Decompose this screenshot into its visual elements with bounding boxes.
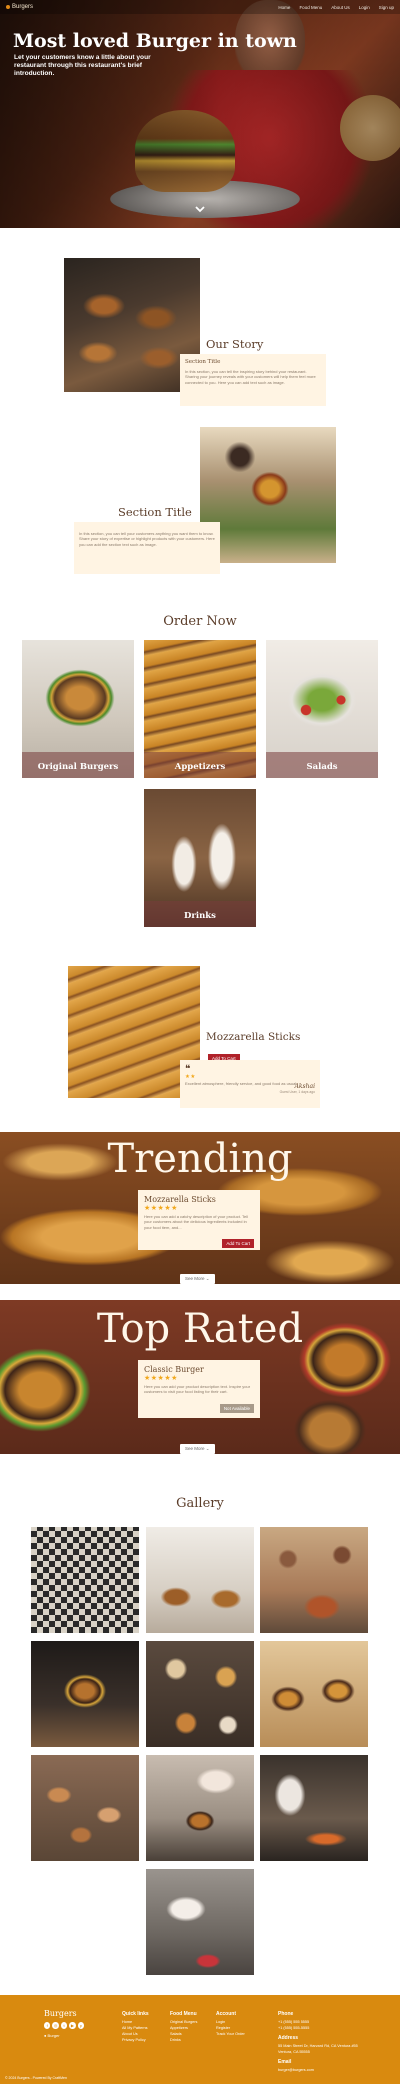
section2-card-text: In this section, you can tell your custo… (79, 531, 215, 547)
chevron-down-icon: ⌄ (205, 1446, 210, 1451)
section2-card: In this section, you can tell your custo… (74, 522, 220, 574)
footer-phone[interactable]: +1 (555) 555-5555 (278, 2026, 358, 2032)
category-tile-salads[interactable]: Salads (266, 640, 378, 778)
chevron-down-icon[interactable] (195, 205, 205, 216)
footer-contact: Phone +1 (555) 555 5555 +1 (555) 555-555… (278, 2011, 358, 2074)
hero-title: Most loved Burger in town (13, 30, 297, 52)
story-card-text: In this section, you can tell the inspir… (185, 369, 316, 385)
section2-image-burger-hand (200, 427, 336, 563)
gallery-image-hands-with-burgers[interactable] (31, 1755, 139, 1861)
instagram-icon[interactable]: ◎ (52, 2022, 59, 2029)
trending-see-more-button[interactable]: See More ⌄ (180, 1274, 215, 1284)
gallery-image-kitchen-grill[interactable] (260, 1755, 368, 1861)
nav-link-home[interactable]: Home (278, 5, 290, 10)
category-tile-drinks[interactable]: Drinks (144, 789, 256, 927)
top-rated-card-title: Classic Burger (144, 1365, 204, 1374)
gallery-image-restaurant-interior[interactable] (31, 1527, 139, 1633)
trending-card: Mozzarella Sticks ★★★★★ Here you can add… (138, 1190, 260, 1250)
footer-account: Account Login Register Track Your Order (216, 2011, 245, 2038)
trending-stars: ★★★★★ (144, 1205, 178, 1212)
nav-link-signup[interactable]: Sign up (379, 5, 394, 10)
gallery-image-chef-plating[interactable] (146, 1755, 254, 1861)
footer-link[interactable]: Original Burgers (170, 2020, 197, 2026)
review-card: ❝ ★★ Excellent atmosphere, friendly serv… (180, 1060, 320, 1108)
trending-card-text: Here you can add a catchy description of… (144, 1214, 248, 1230)
story-heading: Our Story (206, 337, 264, 351)
footer-link[interactable]: Track Your Order (216, 2032, 245, 2038)
category-label: Salads (306, 762, 338, 772)
chevron-down-icon: ⌄ (205, 1276, 210, 1281)
category-tile-original-burgers[interactable]: Original Burgers (22, 640, 134, 778)
site-footer: Burgers f ◎ t ▶ p ● Burger Quick links H… (0, 1995, 400, 2084)
youtube-icon[interactable]: ▶ (69, 2022, 76, 2029)
twitter-icon[interactable]: t (60, 2022, 68, 2029)
footer-link[interactable]: Privacy Policy (122, 2038, 149, 2044)
burger-icon: ● (44, 2033, 47, 2038)
gallery-image-friends-eating[interactable] (260, 1527, 368, 1633)
trending-banner: Trending Mozzarella Sticks ★★★★★ Here yo… (0, 1132, 400, 1284)
category-label: Appetizers (174, 762, 226, 772)
gallery-heading: Gallery (176, 1496, 224, 1511)
footer-quick-links: Quick links Home All My Patterns About U… (122, 2011, 149, 2044)
burger-icon (6, 5, 10, 9)
category-label: Drinks (184, 911, 216, 921)
trending-add-to-cart-button[interactable]: Add To Cart (222, 1239, 254, 1249)
footer-copyright: © 2024 Burgers - Powered By CraftMen (5, 2076, 67, 2080)
hero-section: Most loved Burger in town Let your custo… (0, 0, 400, 228)
gallery-image-chef-preparing[interactable] (146, 1869, 254, 1975)
pinterest-icon[interactable]: p (77, 2022, 85, 2029)
category-label: Original Burgers (37, 762, 119, 772)
nav-link-about-us[interactable]: About Us (331, 5, 350, 10)
gallery-image-table-top-food[interactable] (146, 1641, 254, 1747)
nav-link-login[interactable]: Login (359, 5, 370, 10)
footer-food-menu: Food Menu Original Burgers Appetizers Sa… (170, 2011, 198, 2044)
footer-address: Ventura, CA 55555 (278, 2049, 310, 2054)
story-card: Section Title In this section, you can t… (180, 354, 326, 406)
top-navbar: Burgers Home Food Menu About Us Login Si… (0, 0, 400, 14)
facebook-icon[interactable]: f (44, 2022, 51, 2029)
footer-address: 55 Main Street Dr, Harvard Rd, CA Ventur… (278, 2043, 358, 2048)
review-stars: ★★ (185, 1074, 196, 1080)
top-rated-card-text: Here you can add your product descriptio… (144, 1384, 251, 1395)
top-rated-title: Top Rated (96, 1306, 304, 1352)
reviewer-meta: Guest User, 1 days ago (279, 1090, 315, 1095)
footer-email[interactable]: burger@burgers.com (278, 2068, 358, 2074)
story-card-title: Section Title (185, 359, 221, 365)
top-rated-stars: ★★★★★ (144, 1375, 178, 1382)
footer-brand: Burgers (44, 2009, 77, 2018)
trending-title: Trending (107, 1136, 293, 1182)
top-rated-card: Classic Burger ★★★★★ Here you can add yo… (138, 1360, 260, 1418)
gallery-image-burgers-in-paper[interactable] (146, 1527, 254, 1633)
top-rated-see-more-button[interactable]: See More ⌄ (180, 1444, 215, 1454)
brand-logo[interactable]: Burgers (6, 4, 33, 10)
footer-link[interactable]: Drinks (170, 2038, 197, 2044)
footer-link[interactable]: All My Patterns (122, 2026, 149, 2032)
hero-subtitle: Let your customers know a little about y… (14, 54, 151, 78)
not-available-button[interactable]: Not Available (219, 1403, 254, 1413)
gallery-image-burger-on-board[interactable] (31, 1641, 139, 1747)
nav-link-food-menu[interactable]: Food Menu (299, 5, 322, 10)
product-name: Mozzarella Sticks (206, 1031, 301, 1043)
top-rated-banner: Top Rated Classic Burger ★★★★★ Here you … (0, 1300, 400, 1454)
order-now-heading: Order Now (163, 614, 237, 629)
footer-tagline: ● Burger (44, 2033, 60, 2038)
quote-icon: ❝ (185, 1064, 191, 1075)
gallery-image-burgers-closeup[interactable] (260, 1641, 368, 1747)
section2-heading: Section Title (118, 505, 192, 519)
category-tile-appetizers[interactable]: Appetizers (144, 640, 256, 778)
trending-card-title: Mozzarella Sticks (144, 1195, 216, 1204)
